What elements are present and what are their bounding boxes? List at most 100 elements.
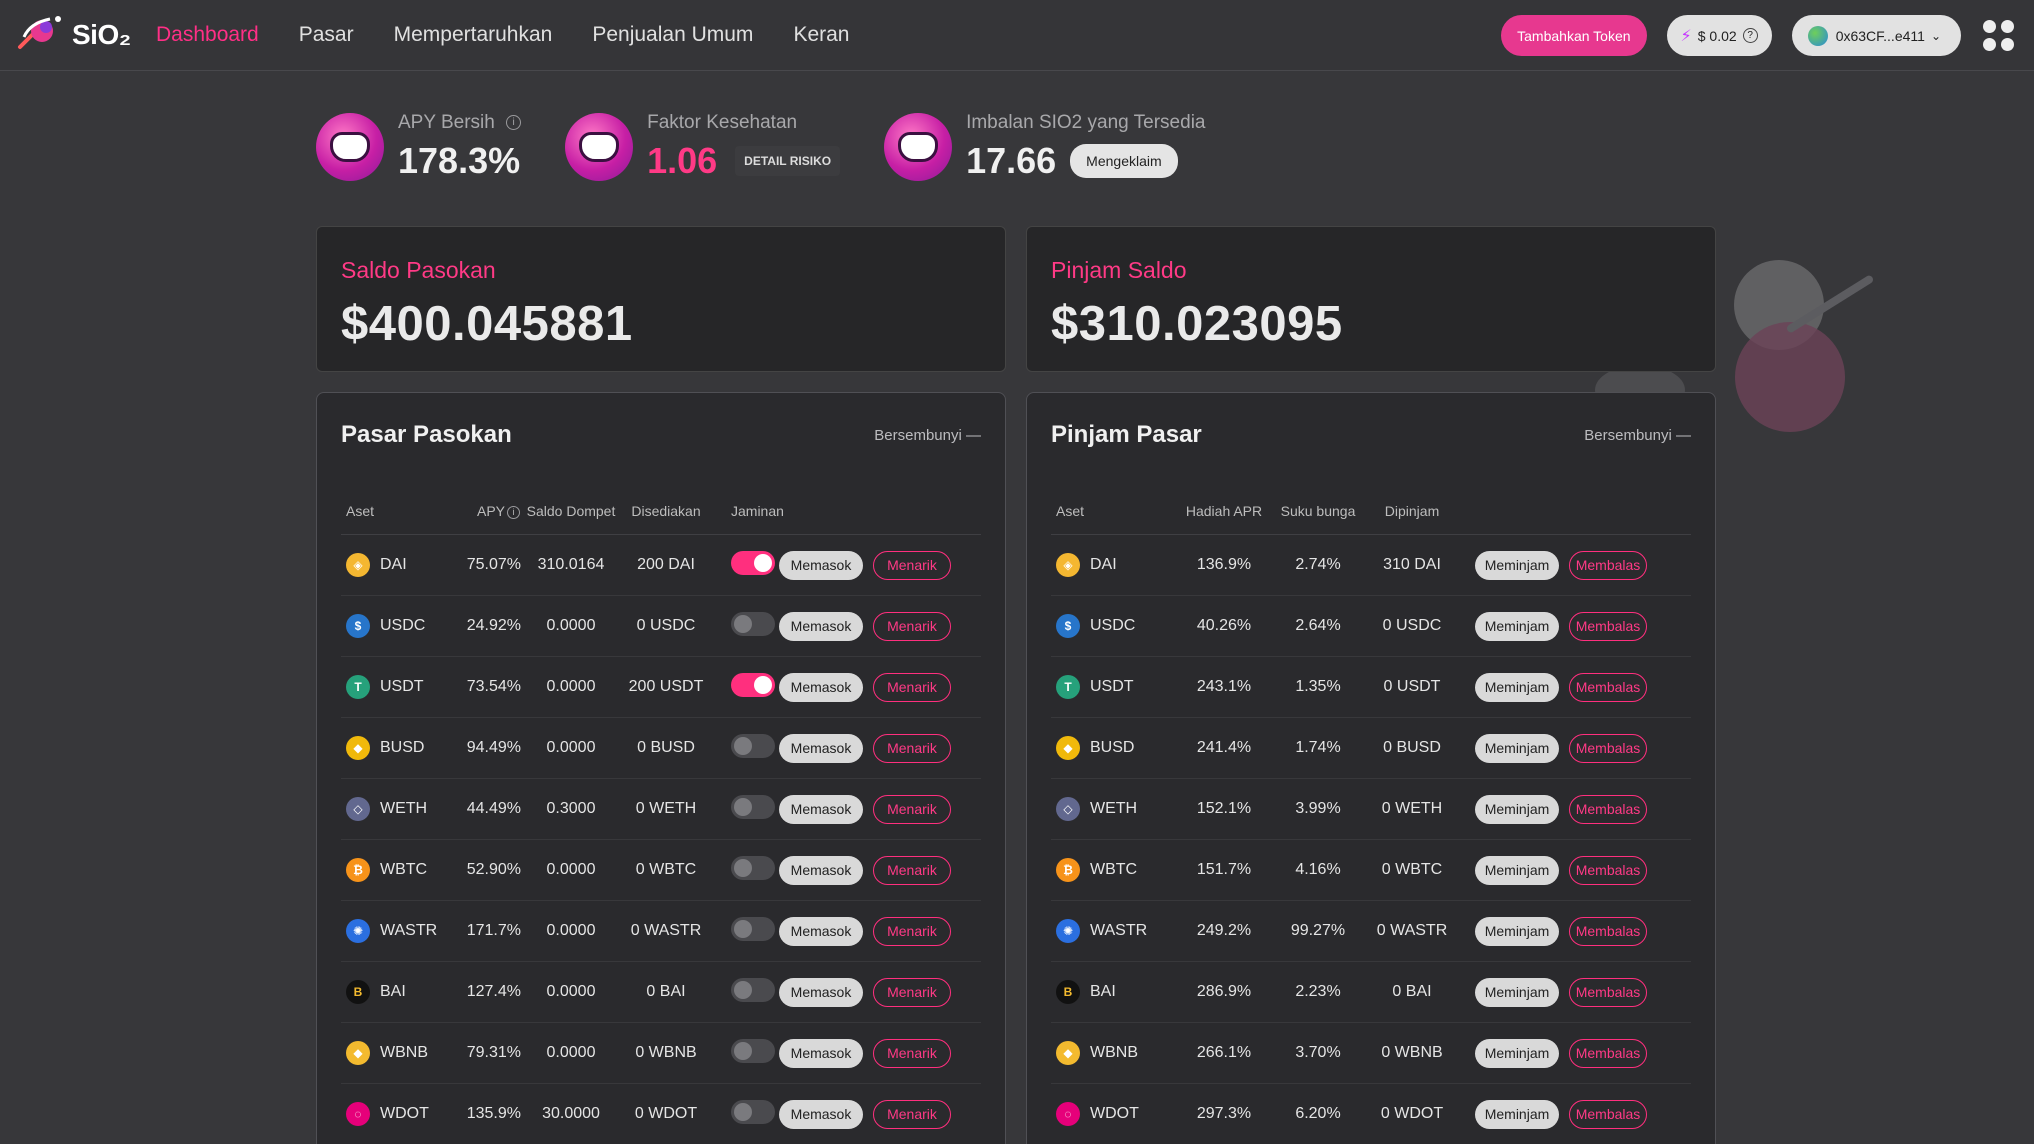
- supply-button[interactable]: Memasok: [779, 733, 863, 763]
- rewards-stat: Imbalan SIO2 yang Tersedia 17.66 Mengekl…: [884, 112, 1205, 182]
- supply-button[interactable]: Memasok: [779, 550, 863, 580]
- wastr-icon: ✺: [346, 919, 370, 943]
- withdraw-button[interactable]: Menarik: [873, 977, 951, 1007]
- repay-button[interactable]: Membalas: [1569, 733, 1647, 763]
- hide-toggle[interactable]: Bersembunyi —: [874, 427, 981, 444]
- supply-table-body: ◈ DAI 75.07% 310.0164 200 DAI Memasok Menarik $…: [341, 535, 981, 1144]
- supplied-amount: 0 WBNB: [635, 1044, 697, 1061]
- actions-cell: Memasok Menarik: [779, 855, 951, 885]
- asset-name: USDT: [1090, 678, 1134, 695]
- claim-button[interactable]: Mengeklaim: [1070, 144, 1178, 178]
- nav-penjualan-umum[interactable]: Penjualan Umum: [592, 23, 753, 47]
- nav-dashboard[interactable]: Dashboard: [156, 23, 259, 47]
- supply-button[interactable]: Memasok: [779, 916, 863, 946]
- borrow-button[interactable]: Meminjam: [1475, 794, 1559, 824]
- repay-button[interactable]: Membalas: [1569, 672, 1647, 702]
- borrow-button[interactable]: Meminjam: [1475, 550, 1559, 580]
- repay-button[interactable]: Membalas: [1569, 794, 1647, 824]
- supply-button[interactable]: Memasok: [779, 672, 863, 702]
- wallet-button[interactable]: 0x63CF...e411 ⌄: [1791, 15, 1961, 56]
- sio2-price-pill[interactable]: ⚡ $ 0.02 ?: [1666, 15, 1772, 56]
- borrow-button[interactable]: Meminjam: [1475, 733, 1559, 763]
- supply-button[interactable]: Memasok: [779, 855, 863, 885]
- supply-button[interactable]: Memasok: [779, 794, 863, 824]
- apps-grid-icon[interactable]: [1983, 20, 2014, 51]
- borrow-button[interactable]: Meminjam: [1475, 916, 1559, 946]
- table-row: ◆ BUSD 94.49% 0.0000 0 BUSD Memasok Menarik: [341, 718, 981, 779]
- repay-button[interactable]: Membalas: [1569, 1038, 1647, 1068]
- borrow-button[interactable]: Meminjam: [1475, 1038, 1559, 1068]
- weth-icon: ◇: [1056, 797, 1080, 821]
- supply-button[interactable]: Memasok: [779, 611, 863, 641]
- wallet-balance: 0.0000: [546, 861, 596, 878]
- table-row: B BAI 127.4% 0.0000 0 BAI Memasok Menarik: [341, 962, 981, 1023]
- info-icon[interactable]: i: [506, 115, 522, 131]
- collateral-toggle[interactable]: [731, 977, 775, 1002]
- nav-mempertaruhkan[interactable]: Mempertaruhkan: [394, 23, 553, 47]
- usdc-icon: $: [346, 614, 370, 638]
- supply-button[interactable]: Memasok: [779, 977, 863, 1007]
- actions-cell: Memasok Menarik: [779, 672, 951, 702]
- add-token-button[interactable]: Tambahkan Token: [1501, 15, 1647, 56]
- collateral-toggle[interactable]: [731, 1038, 775, 1063]
- asset-cell: ◇ WETH: [1051, 797, 1177, 821]
- busd-icon: ◆: [1056, 736, 1080, 760]
- borrow-button[interactable]: Meminjam: [1475, 611, 1559, 641]
- actions-cell: Meminjam Membalas: [1475, 1038, 1647, 1068]
- withdraw-button[interactable]: Menarik: [873, 611, 951, 641]
- supply-button[interactable]: Memasok: [779, 1038, 863, 1068]
- table-row: ◆ BUSD 241.4% 1.74% 0 BUSD Meminjam Membalas: [1051, 718, 1691, 779]
- supply-table-header: Aset APY i Saldo Dompet Disediakan Jamin…: [341, 487, 981, 535]
- background-blob: [1734, 260, 1824, 350]
- nav-keran[interactable]: Keran: [793, 23, 849, 47]
- asset-cell: ◌ WDOT: [341, 1102, 457, 1126]
- withdraw-button[interactable]: Menarik: [873, 855, 951, 885]
- repay-button[interactable]: Membalas: [1569, 1099, 1647, 1129]
- supply-button[interactable]: Memasok: [779, 1099, 863, 1129]
- asset-cell: ✺ WASTR: [1051, 919, 1177, 943]
- hide-toggle[interactable]: Bersembunyi —: [1584, 427, 1691, 444]
- borrow-button[interactable]: Meminjam: [1475, 1099, 1559, 1129]
- withdraw-button[interactable]: Menarik: [873, 916, 951, 946]
- repay-button[interactable]: Membalas: [1569, 977, 1647, 1007]
- repay-button[interactable]: Membalas: [1569, 916, 1647, 946]
- actions-cell: Memasok Menarik: [779, 916, 951, 946]
- usdc-icon: $: [1056, 614, 1080, 638]
- collateral-toggle[interactable]: [731, 855, 775, 880]
- withdraw-button[interactable]: Menarik: [873, 1038, 951, 1068]
- borrowed-amount: 0 WBNB: [1381, 1044, 1443, 1061]
- logo[interactable]: SiO₂: [16, 13, 134, 58]
- nav-pasar[interactable]: Pasar: [299, 23, 354, 47]
- collateral-toggle[interactable]: [731, 672, 775, 697]
- collateral-toggle[interactable]: [731, 1099, 775, 1124]
- borrow-button[interactable]: Meminjam: [1475, 855, 1559, 885]
- asset-name: WBTC: [1090, 861, 1138, 878]
- supply-market-panel: Pasar Pasokan Bersembunyi — Aset APY i S…: [316, 392, 1006, 1144]
- collateral-toggle[interactable]: [731, 550, 775, 575]
- withdraw-button[interactable]: Menarik: [873, 1099, 951, 1129]
- withdraw-button[interactable]: Menarik: [873, 733, 951, 763]
- withdraw-button[interactable]: Menarik: [873, 672, 951, 702]
- reward-apr-value: 249.2%: [1196, 922, 1252, 939]
- risk-detail-button[interactable]: DETAIL RISIKO: [735, 146, 841, 176]
- repay-button[interactable]: Membalas: [1569, 611, 1647, 641]
- repay-button[interactable]: Membalas: [1569, 550, 1647, 580]
- collateral-toggle[interactable]: [731, 611, 775, 636]
- collateral-cell: [711, 977, 775, 1007]
- borrow-button[interactable]: Meminjam: [1475, 672, 1559, 702]
- withdraw-button[interactable]: Menarik: [873, 550, 951, 580]
- wallet-balance: 0.0000: [546, 1044, 596, 1061]
- borrow-button[interactable]: Meminjam: [1475, 977, 1559, 1007]
- apy-value: 79.31%: [466, 1044, 521, 1061]
- mascot-icon: [565, 113, 634, 181]
- asset-name: USDC: [380, 617, 426, 634]
- table-row: ◆ WBNB 79.31% 0.0000 0 WBNB Memasok Menarik: [341, 1023, 981, 1084]
- repay-button[interactable]: Membalas: [1569, 855, 1647, 885]
- reward-apr-value: 286.9%: [1196, 983, 1252, 1000]
- collateral-toggle[interactable]: [731, 916, 775, 941]
- collateral-toggle[interactable]: [731, 794, 775, 819]
- col-wallet-balance: Saldo Dompet: [526, 502, 616, 519]
- collateral-toggle[interactable]: [731, 733, 775, 758]
- withdraw-button[interactable]: Menarik: [873, 794, 951, 824]
- info-icon[interactable]: i: [505, 502, 521, 519]
